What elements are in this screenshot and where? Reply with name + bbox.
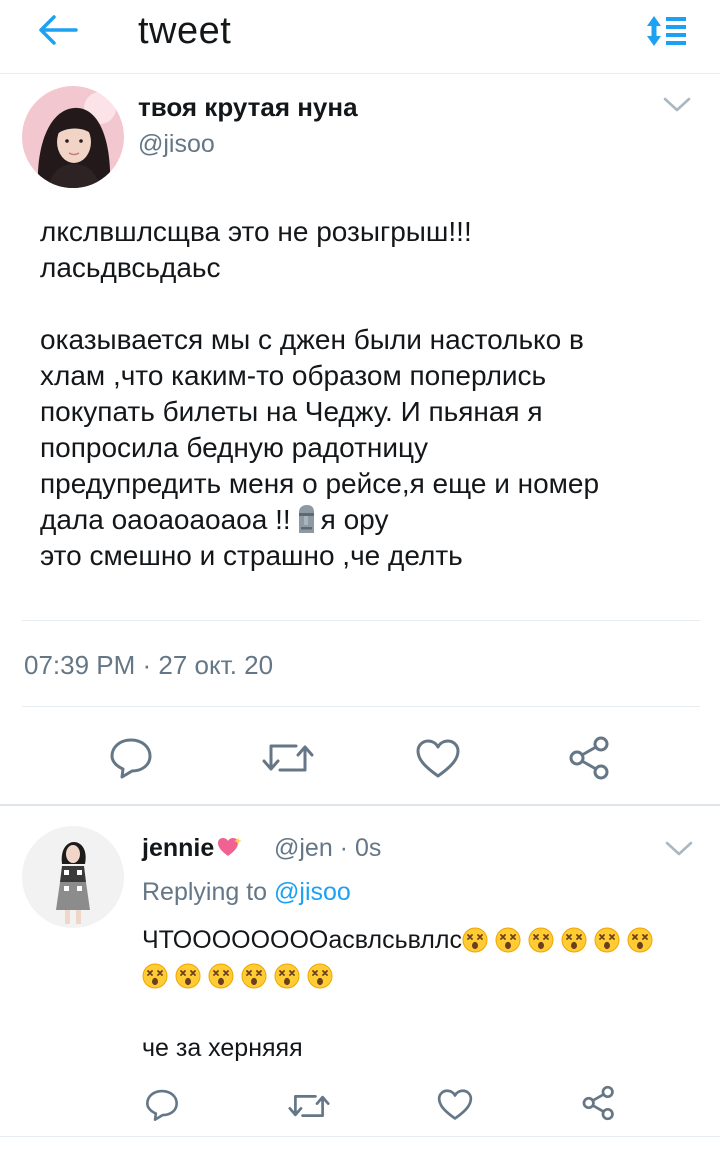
reply-line-part: ЧТООООООООасвлсьвллс [142, 926, 462, 954]
tweet-line: лкслвшлсщва это не розыгрыш!!! [40, 216, 472, 247]
reply-author-handle[interactable]: @jen · 0s [274, 834, 381, 863]
author-name[interactable]: твоя крутая нуна [138, 92, 358, 123]
share-icon[interactable] [566, 734, 614, 787]
dizzy-face-emoji [208, 963, 234, 989]
tweet-line-part: дала оаоаоаоаоа !! [40, 504, 291, 535]
like-icon[interactable] [414, 738, 462, 785]
tweet-line: покупать билеты на Чеджу. И пьяная я [40, 396, 543, 427]
tweet-line: ласьдвсьдаьс [40, 252, 221, 283]
tweet-line: оказывается мы с джен были настолько в [40, 324, 584, 355]
tweet-line: хлам ,что каким-то образом поперлись [40, 360, 547, 391]
reply-line: че за херняяя [142, 1034, 303, 1062]
chevron-down-icon[interactable] [662, 96, 692, 119]
tweet-line-with-emoji: дала оаоаоаоаоа !! я ору [40, 502, 680, 538]
reply-line-empty [142, 994, 702, 1030]
dizzy-face-emoji [561, 927, 587, 953]
author-handle[interactable]: @jisoo [138, 130, 215, 159]
share-icon[interactable] [580, 1084, 618, 1127]
moai-emoji [295, 504, 317, 534]
dizzy-face-emoji [175, 963, 201, 989]
dizzy-face-emoji [594, 927, 620, 953]
top-bar: tweet [0, 0, 720, 62]
dizzy-face-emoji [495, 927, 521, 953]
like-icon[interactable] [436, 1088, 474, 1127]
replying-prefix: Replying to [142, 878, 268, 906]
divider [0, 73, 720, 74]
reply-author-name[interactable]: jennie [142, 834, 243, 865]
dizzy-face-emoji [142, 963, 168, 989]
dizzy-face-emoji [462, 927, 488, 953]
chevron-down-icon[interactable] [664, 840, 694, 863]
tweet-line [40, 286, 680, 322]
tweet-line: это смешно и страшно ,че делть [40, 540, 463, 571]
reply-emoji-row [142, 958, 702, 994]
divider [0, 804, 720, 806]
sort-icon[interactable] [644, 14, 692, 48]
dizzy-face-emoji [627, 927, 653, 953]
divider [0, 1136, 720, 1137]
tweet-line: предупредить меня о рейсе,я еще и номер [40, 468, 600, 499]
divider [22, 620, 700, 621]
tweet-line: попросила бедную радотницу [40, 432, 429, 463]
retweet-icon[interactable] [288, 1090, 330, 1127]
tweet-line-part: я ору [320, 504, 389, 535]
arrow-left-icon[interactable] [36, 12, 80, 48]
replying-to: Replying to @jisoo [142, 878, 351, 907]
retweet-icon[interactable] [262, 738, 314, 783]
reply-author-label: jennie [142, 834, 215, 862]
avatar[interactable] [22, 86, 124, 188]
reply-line: ЧТООООООООасвлсьвллс [142, 922, 702, 958]
reply-mention-link[interactable]: @jisoo [274, 878, 351, 906]
tweet-text: лкслвшлсщва это не розыгрыш!!! ласьдвсьд… [40, 214, 680, 574]
timestamp: 07:39 PM · 27 окт. 20 [24, 650, 274, 680]
divider [22, 706, 700, 707]
reply-icon[interactable] [144, 1088, 180, 1127]
dizzy-face-emoji [241, 963, 267, 989]
avatar[interactable] [22, 826, 124, 928]
reply-text: ЧТООООООООасвлсьвллс че за херняяя [142, 922, 702, 1066]
dizzy-face-emoji [528, 927, 554, 953]
dizzy-face-emoji [307, 963, 333, 989]
dizzy-face-emoji [274, 963, 300, 989]
reply-icon[interactable] [108, 736, 154, 785]
page-title: tweet [138, 10, 232, 52]
sparkling-heart-emoji [217, 836, 243, 865]
